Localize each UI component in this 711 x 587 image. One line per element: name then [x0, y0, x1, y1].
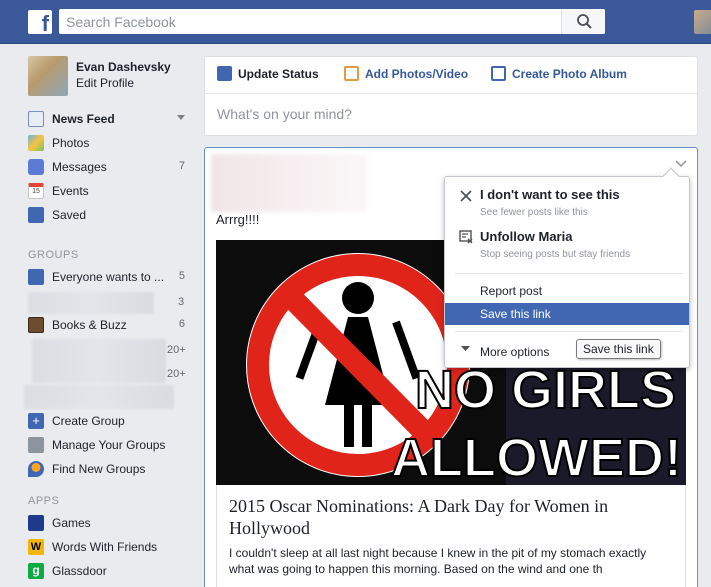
- sidebar-item-label: Create Group: [52, 414, 125, 428]
- sidebar-item-words-with-friends[interactable]: W Words With Friends: [28, 537, 188, 557]
- manage-groups-link[interactable]: Manage Your Groups: [28, 435, 188, 455]
- menu-item-title: Unfollow Maria: [480, 229, 573, 244]
- sidebar-item-messages[interactable]: Messages 7: [28, 157, 188, 177]
- events-icon: 15: [28, 183, 44, 199]
- search-button[interactable]: [561, 9, 605, 34]
- location-pin-icon: [28, 461, 44, 477]
- sidebar-item-group[interactable]: Everyone wants to ... 5: [28, 267, 188, 287]
- search-icon: [577, 14, 592, 29]
- tab-label: Update Status: [238, 67, 319, 81]
- groups-section-heading: GROUPS: [28, 249, 79, 261]
- find-groups-link[interactable]: Find New Groups: [28, 459, 188, 479]
- post-options-chevron-icon[interactable]: [675, 160, 687, 168]
- status-composer: Update Status Add Photos/Video Create Ph…: [204, 56, 698, 136]
- sidebar-item-saved[interactable]: Saved: [28, 205, 188, 225]
- sidebar-item-label: Photos: [52, 136, 90, 150]
- image-text-line-2: ALLOWED!: [391, 428, 682, 485]
- image-text-line-1: NO GIRLS: [415, 360, 676, 420]
- book-icon: [28, 317, 44, 333]
- menu-divider: [455, 331, 683, 332]
- plus-icon: +: [28, 413, 44, 429]
- unread-count: 7: [178, 160, 185, 172]
- apps-section-heading: APPS: [28, 495, 60, 507]
- create-group-link[interactable]: + Create Group: [28, 411, 188, 431]
- menu-divider: [455, 273, 683, 274]
- group-count: 5: [178, 270, 185, 282]
- pencil-icon: [217, 66, 232, 81]
- album-icon: [491, 66, 506, 81]
- words-with-friends-icon: W: [28, 539, 44, 555]
- link-title[interactable]: 2015 Oscar Nominations: A Dark Day for W…: [229, 495, 669, 539]
- sidebar-item-games[interactable]: Games: [28, 513, 188, 533]
- status-input[interactable]: [217, 103, 687, 125]
- search-box: [59, 9, 605, 34]
- list-icon: [28, 437, 44, 453]
- games-icon: [28, 515, 44, 531]
- sidebar-item-news-feed[interactable]: News Feed: [28, 109, 188, 129]
- profile-avatar-thumbnail[interactable]: [694, 10, 711, 34]
- menu-item-label: More options: [480, 345, 550, 359]
- close-icon: [460, 190, 472, 202]
- menu-item-subtitle: See fewer posts like this: [480, 207, 588, 218]
- sidebar-item-label: Messages: [52, 160, 107, 174]
- news-feed-icon: [28, 111, 44, 127]
- menu-item-hide-post[interactable]: I don't want to see this See fewer posts…: [445, 185, 689, 221]
- group-count: 3: [178, 296, 185, 308]
- blurred-group-names[interactable]: [32, 339, 166, 383]
- divider: [205, 93, 697, 94]
- sidebar-item-label: Glassdoor: [52, 564, 107, 578]
- sidebar-item-photos[interactable]: Photos: [28, 133, 188, 153]
- menu-item-title: I don't want to see this: [480, 187, 620, 202]
- sidebar-item-glassdoor[interactable]: g Glassdoor: [28, 561, 188, 581]
- profile-avatar[interactable]: [28, 56, 68, 96]
- group-count: 20+: [167, 368, 186, 380]
- link-preview-card[interactable]: 2015 Oscar Nominations: A Dark Day for W…: [216, 485, 686, 587]
- menu-item-subtitle: Stop seeing posts but stay friends: [480, 249, 631, 260]
- sidebar-item-label: Words With Friends: [52, 540, 158, 554]
- blurred-post-author[interactable]: [211, 154, 367, 212]
- sidebar-item-label: Manage Your Groups: [52, 438, 166, 452]
- menu-item-label: Save this link: [480, 307, 551, 321]
- group-icon: [28, 269, 44, 285]
- post-text: Arrrg!!!!: [216, 212, 260, 227]
- tab-label: Add Photos/Video: [365, 67, 469, 81]
- photos-icon: [28, 135, 44, 151]
- group-count: 20+: [167, 344, 186, 356]
- sidebar-item-label: News Feed: [52, 112, 115, 126]
- menu-item-label: Report post: [480, 284, 543, 298]
- tab-label: Create Photo Album: [512, 67, 627, 81]
- blurred-group-name[interactable]: [28, 292, 154, 314]
- messages-icon: [28, 159, 44, 175]
- sidebar-item-label: Everyone wants to ...: [52, 270, 165, 284]
- facebook-logo-icon[interactable]: f: [28, 10, 52, 34]
- group-count: 6: [178, 318, 185, 330]
- save-link-tooltip: Save this link: [576, 339, 661, 359]
- menu-item-save-link[interactable]: Save this link: [445, 303, 689, 325]
- blurred-group-name[interactable]: [24, 385, 174, 409]
- profile-name[interactable]: Evan Dashevsky: [76, 60, 171, 74]
- search-input[interactable]: [59, 9, 564, 34]
- top-navigation-bar: f: [0, 0, 711, 44]
- sidebar-item-events[interactable]: 15 Events: [28, 181, 188, 201]
- menu-item-report-post[interactable]: Report post: [445, 281, 689, 301]
- link-description: I couldn't sleep at all last night becau…: [229, 546, 647, 576]
- sidebar-item-label: Find New Groups: [52, 462, 146, 476]
- sidebar-item-label: Saved: [52, 208, 87, 222]
- sidebar-item-label: Events: [52, 184, 89, 198]
- chevron-down-icon[interactable]: [177, 115, 185, 121]
- chevron-down-icon: [461, 346, 470, 351]
- menu-item-unfollow[interactable]: Unfollow Maria Stop seeing posts but sta…: [445, 227, 689, 263]
- glassdoor-icon: g: [28, 563, 44, 579]
- camera-icon: [344, 66, 359, 81]
- sidebar-item-label: Games: [52, 516, 91, 530]
- unfollow-icon: [459, 230, 473, 244]
- edit-profile-link[interactable]: Edit Profile: [76, 76, 134, 90]
- saved-icon: [28, 207, 44, 223]
- sidebar-item-label: Books & Buzz: [52, 318, 127, 332]
- sidebar-item-group[interactable]: Books & Buzz 6: [28, 315, 188, 335]
